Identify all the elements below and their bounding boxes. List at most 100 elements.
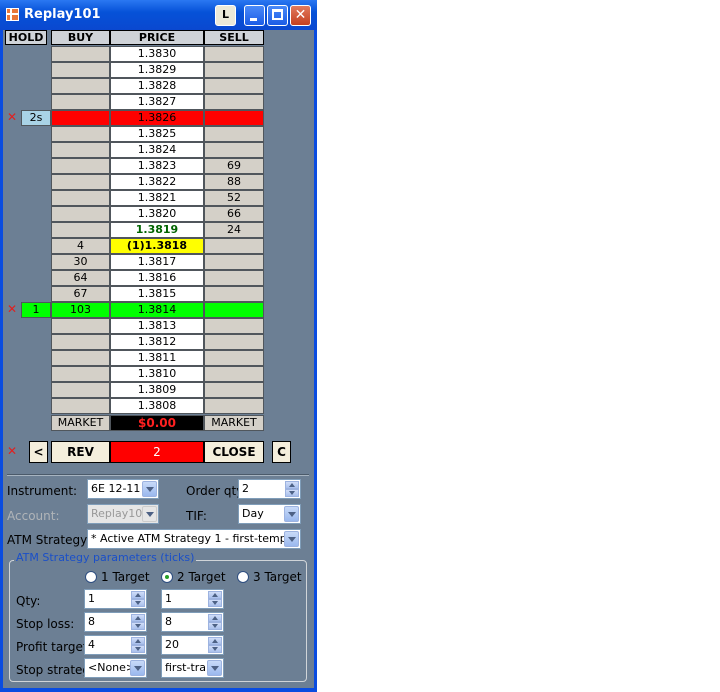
qty-input-1[interactable]: 1 (84, 589, 147, 609)
spin-up-icon[interactable] (208, 637, 222, 645)
hold-cell[interactable]: 2s (21, 110, 51, 126)
cancel-all-icon[interactable]: ✕ (7, 444, 17, 458)
atm-strategy-select[interactable]: * Active ATM Strategy 1 - first-temp (87, 529, 301, 549)
sell-cell[interactable]: 66 (204, 206, 264, 222)
hold-cell[interactable]: 1 (21, 302, 51, 318)
left-button[interactable]: < (29, 441, 48, 463)
spin-up-icon[interactable] (285, 481, 299, 489)
sell-cell[interactable] (204, 270, 264, 286)
sell-cell[interactable] (204, 46, 264, 62)
sell-cell[interactable]: 69 (204, 158, 264, 174)
chevron-down-icon[interactable] (130, 660, 145, 676)
sell-cell[interactable]: 52 (204, 190, 264, 206)
sell-cell[interactable] (204, 318, 264, 334)
chevron-down-icon[interactable] (142, 481, 157, 497)
radio-1-target[interactable] (85, 571, 97, 583)
buy-cell[interactable] (51, 382, 110, 398)
center-button[interactable]: C (272, 441, 291, 463)
buy-cell[interactable] (51, 334, 110, 350)
sell-cell[interactable] (204, 254, 264, 270)
buy-cell[interactable] (51, 158, 110, 174)
buy-cell[interactable] (51, 126, 110, 142)
spin-down-icon[interactable] (131, 645, 145, 653)
buy-cell[interactable] (51, 318, 110, 334)
spin-down-icon[interactable] (131, 622, 145, 630)
buy-cell[interactable] (51, 174, 110, 190)
reverse-button[interactable]: REV (51, 441, 110, 463)
sell-cell[interactable]: 24 (204, 222, 264, 238)
buy-cell[interactable] (51, 110, 110, 126)
close-window-button[interactable]: ✕ (290, 5, 311, 26)
maximize-button[interactable] (267, 5, 288, 26)
stop-loss-stepper-1[interactable] (131, 614, 145, 630)
close-position-button[interactable]: CLOSE (204, 441, 264, 463)
buy-cell[interactable]: 64 (51, 270, 110, 286)
stop-loss-input-1[interactable]: 8 (84, 612, 147, 632)
sell-cell[interactable] (204, 302, 264, 318)
chevron-down-icon[interactable] (207, 660, 222, 676)
stop-loss-stepper-2[interactable] (208, 614, 222, 630)
buy-cell[interactable] (51, 46, 110, 62)
profit-target-input-1[interactable]: 4 (84, 635, 147, 655)
sell-cell[interactable] (204, 62, 264, 78)
stop-strategy-select-1[interactable]: <None> (84, 658, 147, 678)
buy-cell[interactable] (51, 62, 110, 78)
order-qty-stepper[interactable] (285, 481, 299, 497)
spin-up-icon[interactable] (208, 614, 222, 622)
sell-cell[interactable] (204, 126, 264, 142)
spin-up-icon[interactable] (131, 591, 145, 599)
order-qty-input[interactable]: 2 (238, 479, 301, 499)
cancel-order-icon[interactable]: ✕ (7, 110, 17, 124)
buy-cell[interactable] (51, 78, 110, 94)
sell-cell[interactable] (204, 366, 264, 382)
sell-cell[interactable] (204, 350, 264, 366)
sell-cell[interactable] (204, 398, 264, 414)
chevron-down-icon[interactable] (284, 506, 299, 522)
title-bar[interactable]: Replay101 L ✕ (0, 0, 317, 30)
sell-cell[interactable] (204, 94, 264, 110)
sell-cell[interactable] (204, 110, 264, 126)
sell-cell[interactable]: 88 (204, 174, 264, 190)
sell-cell[interactable] (204, 78, 264, 94)
qty-stepper-2[interactable] (208, 591, 222, 607)
profit-target-input-2[interactable]: 20 (161, 635, 224, 655)
buy-cell[interactable]: 67 (51, 286, 110, 302)
cancel-order-icon[interactable]: ✕ (7, 302, 17, 316)
buy-cell[interactable]: 4 (51, 238, 110, 254)
buy-cell[interactable]: 103 (51, 302, 110, 318)
spin-down-icon[interactable] (285, 489, 299, 497)
instrument-select[interactable]: 6E 12-11 (87, 479, 159, 499)
buy-cell[interactable] (51, 142, 110, 158)
sell-cell[interactable] (204, 334, 264, 350)
spin-up-icon[interactable] (208, 591, 222, 599)
spin-down-icon[interactable] (208, 599, 222, 607)
layout-button[interactable]: L (215, 5, 236, 26)
minimize-button[interactable] (244, 5, 265, 26)
stop-loss-input-2[interactable]: 8 (161, 612, 224, 632)
buy-market-button[interactable]: MARKET (51, 415, 110, 431)
buy-cell[interactable] (51, 206, 110, 222)
buy-cell[interactable]: 30 (51, 254, 110, 270)
sell-cell[interactable] (204, 238, 264, 254)
buy-cell[interactable] (51, 398, 110, 414)
buy-cell[interactable] (51, 190, 110, 206)
sell-market-button[interactable]: MARKET (204, 415, 264, 431)
spin-up-icon[interactable] (131, 637, 145, 645)
qty-stepper-1[interactable] (131, 591, 145, 607)
qty-input-2[interactable]: 1 (161, 589, 224, 609)
spin-down-icon[interactable] (208, 622, 222, 630)
buy-cell[interactable] (51, 94, 110, 110)
chevron-down-icon[interactable] (284, 531, 299, 547)
sell-cell[interactable] (204, 382, 264, 398)
profit-target-stepper-2[interactable] (208, 637, 222, 653)
spin-down-icon[interactable] (208, 645, 222, 653)
profit-target-stepper-1[interactable] (131, 637, 145, 653)
buy-cell[interactable] (51, 366, 110, 382)
stop-strategy-select-2[interactable]: first-trail- (161, 658, 224, 678)
sell-cell[interactable] (204, 142, 264, 158)
buy-cell[interactable] (51, 222, 110, 238)
buy-cell[interactable] (51, 350, 110, 366)
radio-3-target[interactable] (237, 571, 249, 583)
radio-2-target[interactable] (161, 571, 173, 583)
sell-cell[interactable] (204, 286, 264, 302)
